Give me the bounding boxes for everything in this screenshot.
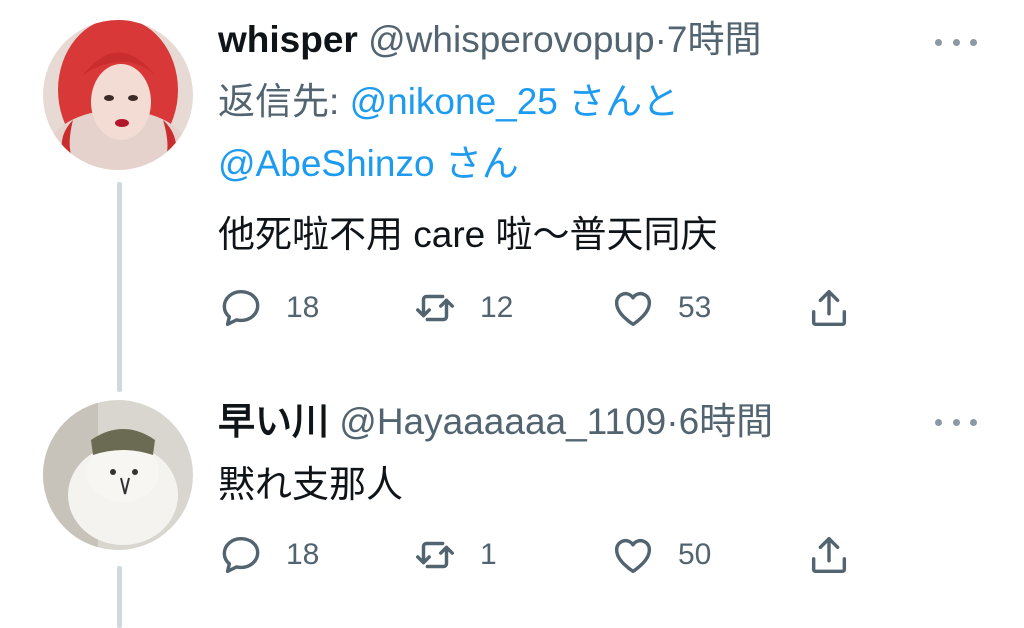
reply-to-line: @AbeShinzo さん	[218, 142, 519, 186]
like-icon	[614, 538, 652, 574]
separator-dot: ·	[666, 401, 679, 442]
mention-link[interactable]: @AbeShinzo	[218, 143, 435, 184]
mention-suffix: さんと	[568, 81, 680, 122]
share-icon	[811, 536, 847, 574]
share-button[interactable]	[806, 532, 852, 578]
like-button[interactable]: 53	[610, 285, 711, 331]
reply-icon	[222, 289, 260, 327]
reply-to-line: 返信先: @nikone_25 さんと	[218, 80, 679, 124]
more-icon[interactable]	[935, 34, 977, 50]
reply-icon	[222, 536, 260, 574]
avatar[interactable]	[43, 20, 193, 170]
reply-button[interactable]: 18	[218, 532, 319, 578]
timestamp[interactable]: 7時間	[667, 19, 762, 60]
display-name[interactable]: whisper	[218, 19, 358, 60]
avatar-image	[43, 20, 193, 170]
tweet-text: 黙れ支那人	[218, 464, 403, 505]
retweet-icon	[416, 294, 454, 322]
reply-prefix: 返信先:	[218, 81, 350, 122]
timestamp[interactable]: 6時間	[679, 401, 774, 442]
thread-connector-line	[117, 566, 122, 628]
reply-count: 18	[286, 538, 320, 571]
display-name[interactable]: 早い川	[218, 401, 329, 442]
like-count: 50	[678, 538, 712, 571]
user-handle[interactable]: @whisperovopup	[368, 19, 654, 60]
tweet-text: 他死啦不用 care 啦～普天同庆	[218, 214, 718, 255]
reply-count: 18	[286, 291, 320, 324]
like-count: 53	[678, 291, 712, 324]
retweet-button[interactable]: 1	[412, 532, 497, 578]
share-icon	[811, 289, 847, 327]
share-button[interactable]	[806, 285, 852, 331]
retweet-count: 12	[480, 291, 514, 324]
tweet-header: 早い川 @Hayaaaaaa_1109·6時間	[218, 400, 773, 444]
thread-connector-line	[117, 182, 122, 392]
avatar[interactable]	[43, 400, 193, 550]
mention-suffix: さん	[444, 143, 519, 184]
reply-button[interactable]: 18	[218, 285, 319, 331]
retweet-count: 1	[480, 538, 497, 571]
separator-dot: ·	[654, 19, 667, 60]
retweet-icon	[416, 541, 454, 569]
avatar-image	[43, 400, 193, 550]
like-button[interactable]: 50	[610, 532, 711, 578]
retweet-button[interactable]: 12	[412, 285, 513, 331]
more-icon[interactable]	[935, 414, 977, 430]
tweet-header: whisper @whisperovopup·7時間	[218, 18, 761, 62]
like-icon	[614, 291, 652, 327]
user-handle[interactable]: @Hayaaaaaa_1109	[339, 401, 666, 442]
mention-link[interactable]: @nikone_25	[350, 81, 558, 122]
